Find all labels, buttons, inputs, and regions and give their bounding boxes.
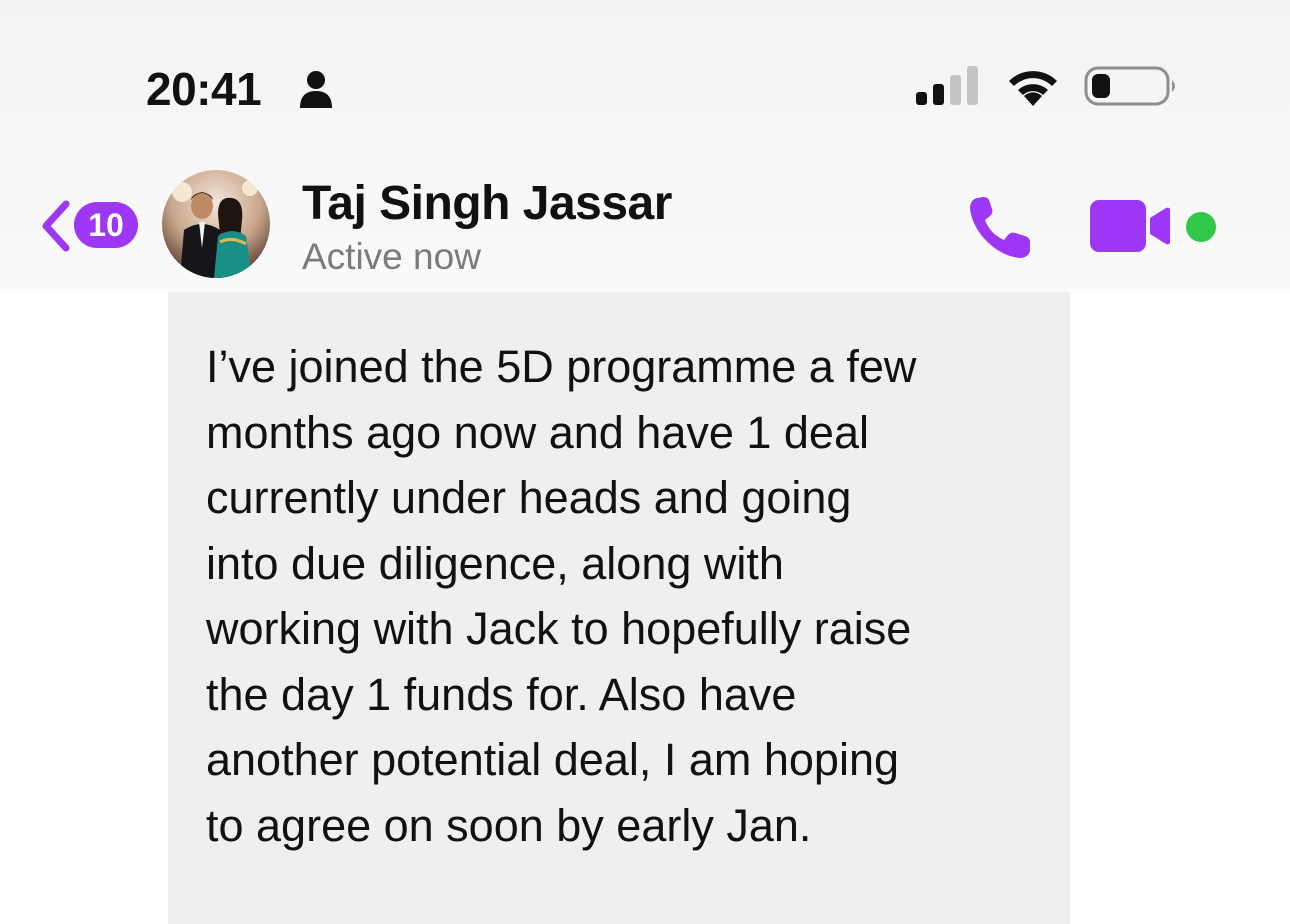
contact-avatar[interactable] xyxy=(162,170,270,278)
wifi-icon xyxy=(1009,71,1057,106)
online-status-dot xyxy=(1186,212,1216,242)
status-time: 20:41 xyxy=(146,63,262,115)
message-text: I’ve joined the 5D programme a few month… xyxy=(206,341,917,851)
message-bubble[interactable]: I’ve joined the 5D programme a few month… xyxy=(168,292,1070,924)
unread-count-badge: 10 xyxy=(74,202,138,248)
chevron-left-icon xyxy=(42,200,70,252)
back-button[interactable]: 10 xyxy=(36,194,146,258)
contact-name[interactable]: Taj Singh Jassar xyxy=(302,176,672,231)
person-icon xyxy=(300,71,332,108)
unread-count: 10 xyxy=(88,207,124,243)
phone-call-icon[interactable] xyxy=(964,192,1036,264)
contact-status: Active now xyxy=(302,236,481,277)
messenger-chat-screen: 20:41 10 Taj Singh Jassar Active now I’v… xyxy=(0,0,1290,924)
video-call-icon[interactable] xyxy=(1088,196,1174,256)
cellular-signal-icon xyxy=(916,66,978,105)
battery-icon xyxy=(1084,66,1175,106)
avatar-photo xyxy=(162,170,270,278)
